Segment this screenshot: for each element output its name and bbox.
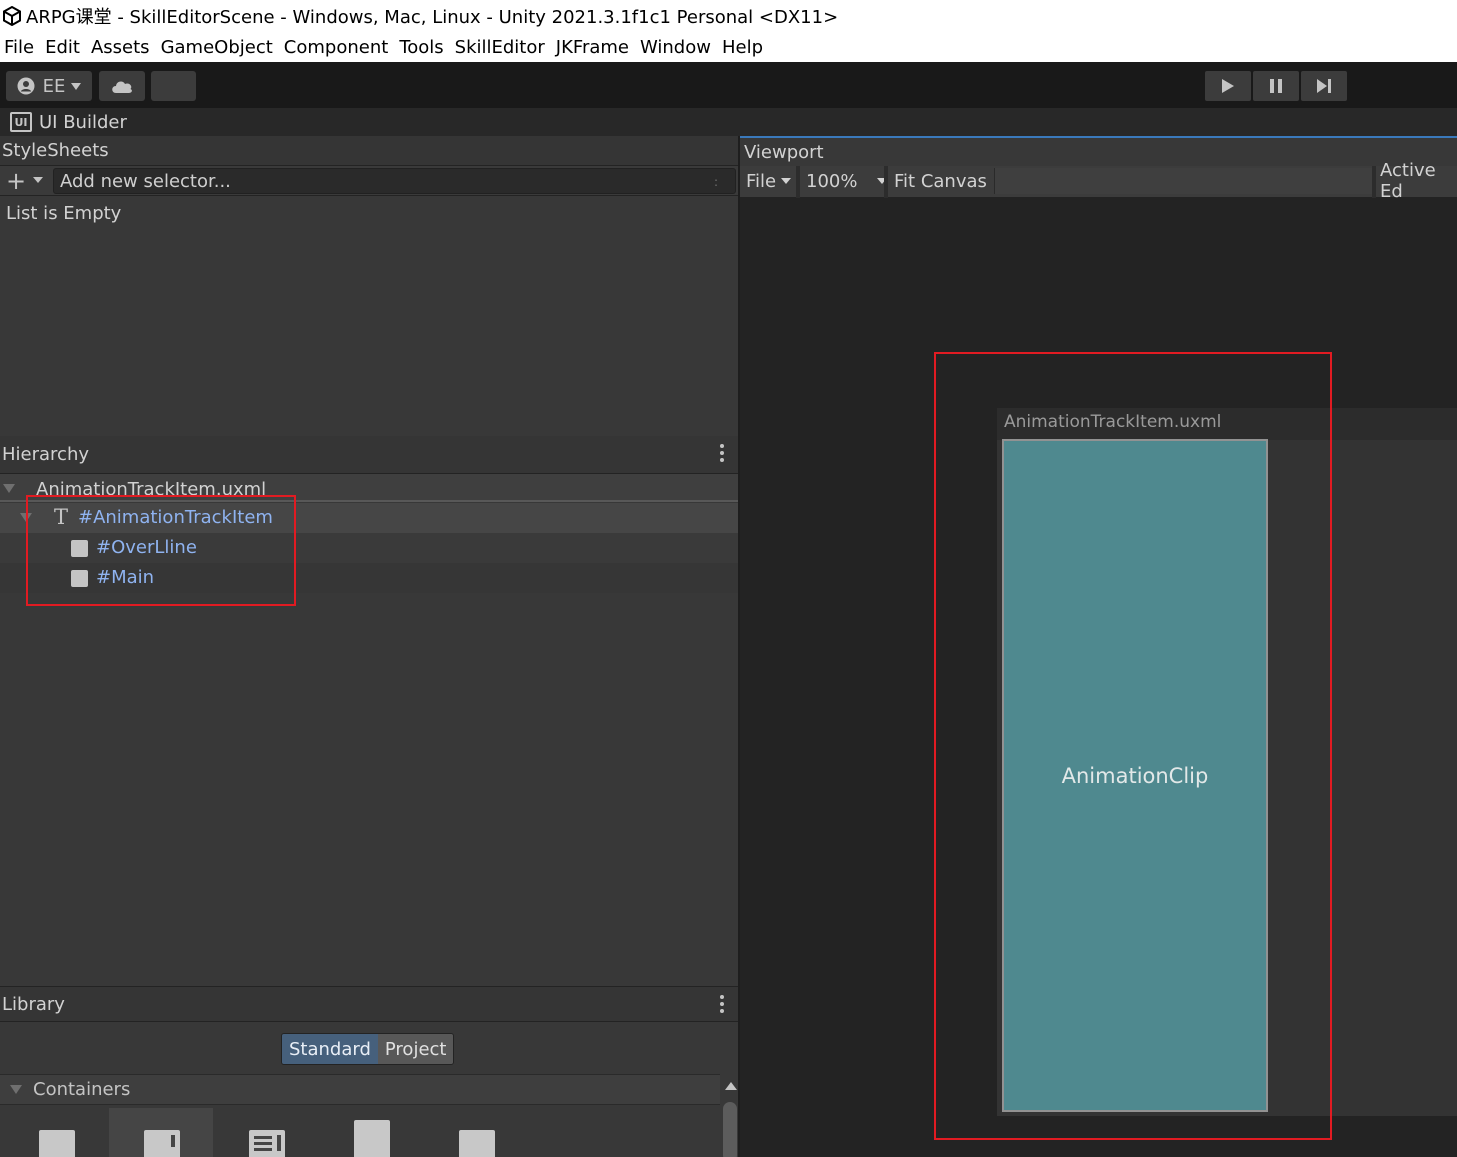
stylesheets-empty-text: List is Empty [6, 203, 122, 224]
hierarchy-row[interactable]: #OverLline [0, 533, 738, 563]
stylesheets-title: StyleSheets [2, 140, 109, 161]
library-tab-project[interactable]: Project [377, 1034, 454, 1064]
menu-bar: File Edit Assets GameObject Component To… [0, 32, 1457, 62]
library-tab-standard[interactable]: Standard [282, 1034, 378, 1064]
selector-handle-icon: : [714, 175, 719, 189]
tree-view-icon [354, 1120, 390, 1157]
cloud-icon [112, 81, 132, 93]
step-icon [1317, 79, 1331, 93]
library-menu-icon[interactable] [720, 995, 724, 1013]
menu-tools[interactable]: Tools [395, 37, 450, 58]
visual-element-icon [39, 1130, 75, 1157]
hierarchy-item-label: #OverLline [96, 537, 197, 558]
library-item[interactable] [4, 1108, 108, 1157]
left-pane: StyleSheets + : List is Empty Hierarchy … [0, 136, 740, 1157]
library-item[interactable] [214, 1108, 318, 1157]
toolbar-divider [884, 166, 888, 198]
viewport-file-label: File [746, 170, 777, 192]
hierarchy-header: Hierarchy [0, 436, 738, 474]
hierarchy-row[interactable]: T #AnimationTrackItem [0, 503, 738, 533]
scroll-view-icon [144, 1130, 180, 1157]
expand-arrow-icon[interactable] [3, 484, 15, 493]
group-box-icon [459, 1130, 495, 1157]
viewport-pane: Viewport File 100% Fit Canvas Active Ed … [740, 136, 1457, 1157]
expand-arrow-icon[interactable] [20, 513, 32, 522]
menu-file[interactable]: File [0, 37, 41, 58]
menu-skilleditor[interactable]: SkillEditor [451, 37, 552, 58]
pause-icon [1270, 79, 1282, 93]
toolbar-spacer [994, 168, 1372, 194]
zoom-dropdown[interactable]: 100% [806, 166, 888, 196]
account-icon [17, 77, 35, 95]
viewport-toolbar: File 100% Fit Canvas Active Ed [740, 160, 1457, 202]
library-item[interactable] [319, 1108, 423, 1157]
pause-button[interactable] [1253, 71, 1299, 101]
library-tab-toggle: Standard Project [281, 1033, 455, 1065]
hierarchy-item-label: #AnimationTrackItem [78, 507, 273, 528]
chevron-down-icon[interactable] [33, 177, 43, 183]
hierarchy-menu-icon[interactable] [720, 444, 724, 462]
hierarchy-root-label: AnimationTrackItem.uxml [36, 479, 267, 500]
viewport-file-menu[interactable]: File [746, 166, 792, 196]
menu-help[interactable]: Help [718, 37, 770, 58]
list-view-icon [249, 1130, 285, 1157]
hierarchy-root-row[interactable]: AnimationTrackItem.uxml [0, 474, 738, 502]
ui-builder-tab[interactable]: UI UI Builder [0, 108, 1457, 136]
fit-canvas-label: Fit Canvas [894, 170, 987, 192]
play-icon [1222, 79, 1234, 93]
account-label: EE [42, 75, 66, 97]
ui-builder-icon: UI [10, 112, 32, 132]
menu-window[interactable]: Window [636, 37, 718, 58]
menu-edit[interactable]: Edit [41, 37, 87, 58]
zoom-label: 100% [806, 170, 858, 192]
account-button[interactable]: EE [6, 71, 92, 101]
visual-element-icon [71, 570, 88, 587]
unity-logo-icon [3, 6, 21, 26]
visual-element-icon [71, 540, 88, 557]
hierarchy-title: Hierarchy [2, 444, 90, 465]
canvas-title-bar: AnimationTrackItem.uxml [997, 408, 1457, 440]
hierarchy-row[interactable]: #Main [0, 563, 738, 593]
cloud-button[interactable] [99, 71, 145, 101]
add-icon[interactable]: + [6, 169, 26, 193]
containers-label: Containers [33, 1079, 131, 1100]
ui-builder-title: UI Builder [39, 111, 127, 133]
play-button[interactable] [1205, 71, 1251, 101]
playmode-controls [1205, 71, 1349, 101]
library-title: Library [2, 993, 65, 1015]
active-editor-dropdown[interactable]: Active Ed [1380, 160, 1457, 202]
menu-jkframe[interactable]: JKFrame [552, 37, 636, 58]
containers-foldout[interactable]: Containers [0, 1074, 720, 1105]
viewport-header: Viewport [740, 138, 1457, 166]
title-bar: ARPG课堂 - SkillEditorScene - Windows, Mac… [0, 0, 1457, 32]
text-element-icon: T [54, 505, 69, 529]
stylesheets-header: StyleSheets [0, 136, 738, 166]
chevron-down-icon [71, 82, 82, 90]
library-scrollbar[interactable] [723, 1102, 737, 1157]
menu-component[interactable]: Component [280, 37, 396, 58]
window-title: ARPG课堂 - SkillEditorScene - Windows, Mac… [26, 7, 839, 28]
library-item[interactable] [109, 1108, 213, 1157]
step-button[interactable] [1301, 71, 1347, 101]
fit-canvas-button[interactable]: Fit Canvas [894, 166, 987, 196]
scroll-up-icon[interactable] [725, 1082, 737, 1090]
chevron-down-icon [781, 178, 792, 184]
hierarchy-item-label: #Main [96, 567, 155, 588]
expand-arrow-icon[interactable] [10, 1085, 22, 1094]
viewport-title: Viewport [744, 141, 824, 163]
menu-gameobject[interactable]: GameObject [157, 37, 280, 58]
animation-clip-label: AnimationClip [1061, 763, 1209, 788]
collab-button[interactable] [151, 71, 196, 101]
main-toolbar: EE [0, 62, 1457, 108]
selector-bar: + : [0, 166, 738, 196]
add-selector-input[interactable] [53, 168, 736, 194]
active-editor-label: Active Ed [1380, 160, 1436, 202]
toolbar-divider [796, 166, 800, 198]
library-header: Library [0, 986, 738, 1022]
canvas-title: AnimationTrackItem.uxml [1004, 412, 1222, 432]
animation-clip-element[interactable]: AnimationClip [1002, 439, 1268, 1112]
library-item[interactable] [424, 1108, 528, 1157]
toolbar-divider [1372, 166, 1376, 198]
menu-assets[interactable]: Assets [87, 37, 157, 58]
